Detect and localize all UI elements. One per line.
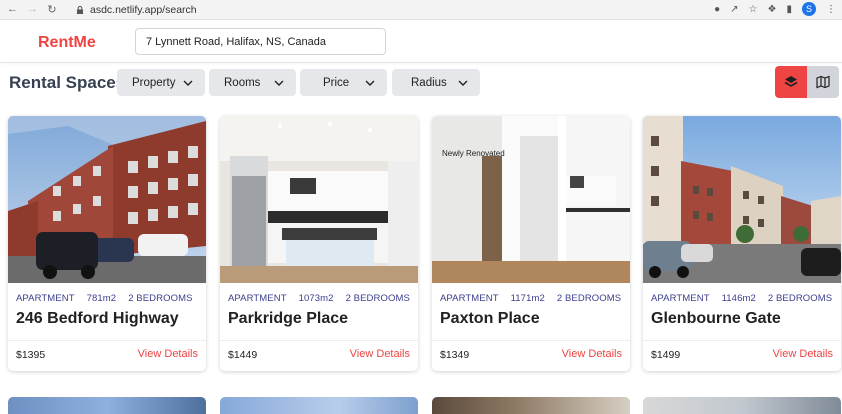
listing-area: 1073m2 [298, 293, 334, 304]
filter-radius[interactable]: Radius [392, 69, 480, 96]
listing-area: 1146m2 [721, 293, 756, 304]
listing-meta: APARTMENT 1073m2 2 BEDROOMS [228, 293, 410, 304]
filter-label: Property [132, 76, 176, 89]
listing-name: Parkridge Place [228, 310, 349, 327]
listing-bedrooms: 2 BEDROOMS [345, 293, 410, 304]
url-text: asdc.netlify.app/search [90, 4, 197, 16]
listing-type: APARTMENT [440, 293, 499, 304]
listing-card-preview[interactable] [643, 397, 841, 414]
view-details-link[interactable]: View Details [138, 348, 198, 360]
filter-label: Rooms [224, 76, 261, 89]
card-divider [8, 340, 206, 341]
listing-photo [220, 116, 418, 283]
listing-card-preview[interactable] [8, 397, 206, 414]
listing-photo [643, 116, 841, 283]
view-details-link[interactable]: View Details [562, 348, 622, 360]
filter-rooms[interactable]: Rooms [209, 69, 296, 96]
listing-card[interactable]: APARTMENT 1146m2 2 BEDROOMS Glenbourne G… [643, 116, 841, 371]
listing-card-preview[interactable] [432, 397, 630, 414]
listing-price: $1449 [228, 349, 258, 361]
listing-bedrooms: 2 BEDROOMS [767, 293, 833, 304]
card-divider [220, 340, 418, 341]
listing-area: 1171m2 [510, 293, 545, 304]
bookmark-star-icon[interactable]: ☆ [749, 4, 758, 15]
list-view-button[interactable] [775, 66, 807, 98]
listing-type: APARTMENT [16, 293, 75, 304]
listing-card[interactable]: Newly Renovated APARTMENT 1171m2 2 BEDRO… [432, 116, 630, 371]
listing-price: $1395 [16, 349, 46, 361]
card-divider [643, 340, 841, 341]
listing-bedrooms: 2 BEDROOMS [556, 293, 622, 304]
back-icon[interactable]: ← [7, 3, 18, 16]
listing-photo [8, 116, 206, 283]
listing-name: 246 Bedford Highway [16, 310, 179, 327]
listing-bedrooms: 2 BEDROOMS [128, 293, 193, 304]
filter-label: Radius [411, 76, 447, 89]
listing-card[interactable]: APARTMENT 781m2 2 BEDROOMS 246 Bedford H… [8, 116, 206, 371]
menu-kebab-icon[interactable]: ⋮ [826, 4, 836, 15]
map-view-button[interactable] [807, 66, 839, 98]
view-details-link[interactable]: View Details [773, 348, 833, 360]
photo-caption: Newly Renovated [442, 149, 505, 158]
app-header: RentMe 7 Lynnett Road, Halifax, NS, Cana… [0, 21, 842, 63]
listing-name: Glenbourne Gate [651, 310, 781, 327]
share-icon[interactable]: ↗ [730, 4, 738, 15]
profile-avatar[interactable]: S [802, 2, 816, 16]
location-icon[interactable]: ● [714, 4, 720, 15]
address-bar[interactable]: asdc.netlify.app/search [76, 3, 197, 17]
lock-icon [77, 6, 83, 14]
chevron-down-icon [274, 80, 284, 86]
listing-meta: APARTMENT 781m2 2 BEDROOMS [16, 293, 193, 304]
filter-property[interactable]: Property [117, 69, 205, 96]
listing-card[interactable]: APARTMENT 1073m2 2 BEDROOMS Parkridge Pl… [220, 116, 418, 371]
listing-photo: Newly Renovated [432, 116, 630, 283]
listing-card-preview[interactable] [220, 397, 418, 414]
app-logo[interactable]: RentMe [38, 34, 96, 52]
page-title: Rental Spaces [9, 73, 126, 92]
browser-toolbar: ← → ↻ asdc.netlify.app/search ● ↗ ☆ ❖ ▮ … [0, 0, 842, 20]
sidebar-icon[interactable]: ▮ [786, 4, 792, 15]
view-details-link[interactable]: View Details [350, 348, 410, 360]
listing-price: $1499 [651, 349, 681, 361]
listing-area: 781m2 [86, 293, 117, 304]
view-toggle [775, 66, 839, 98]
card-divider [432, 340, 630, 341]
filter-label: Price [323, 76, 350, 89]
listing-meta: APARTMENT 1171m2 2 BEDROOMS [440, 293, 621, 304]
reload-icon[interactable]: ↻ [47, 3, 57, 16]
listing-meta: APARTMENT 1146m2 2 BEDROOMS [651, 293, 832, 304]
listing-name: Paxton Place [440, 310, 540, 327]
layers-icon [784, 76, 798, 87]
listing-type: APARTMENT [228, 293, 287, 304]
chevron-down-icon [458, 80, 468, 86]
chevron-down-icon [365, 80, 375, 86]
extensions-icon[interactable]: ❖ [768, 4, 777, 15]
chevron-down-icon [183, 80, 193, 86]
listing-type: APARTMENT [651, 293, 710, 304]
listing-price: $1349 [440, 349, 470, 361]
map-icon [816, 75, 830, 89]
location-search-input[interactable]: 7 Lynnett Road, Halifax, NS, Canada [135, 28, 386, 55]
filter-price[interactable]: Price [300, 69, 387, 96]
forward-icon[interactable]: → [27, 3, 38, 16]
